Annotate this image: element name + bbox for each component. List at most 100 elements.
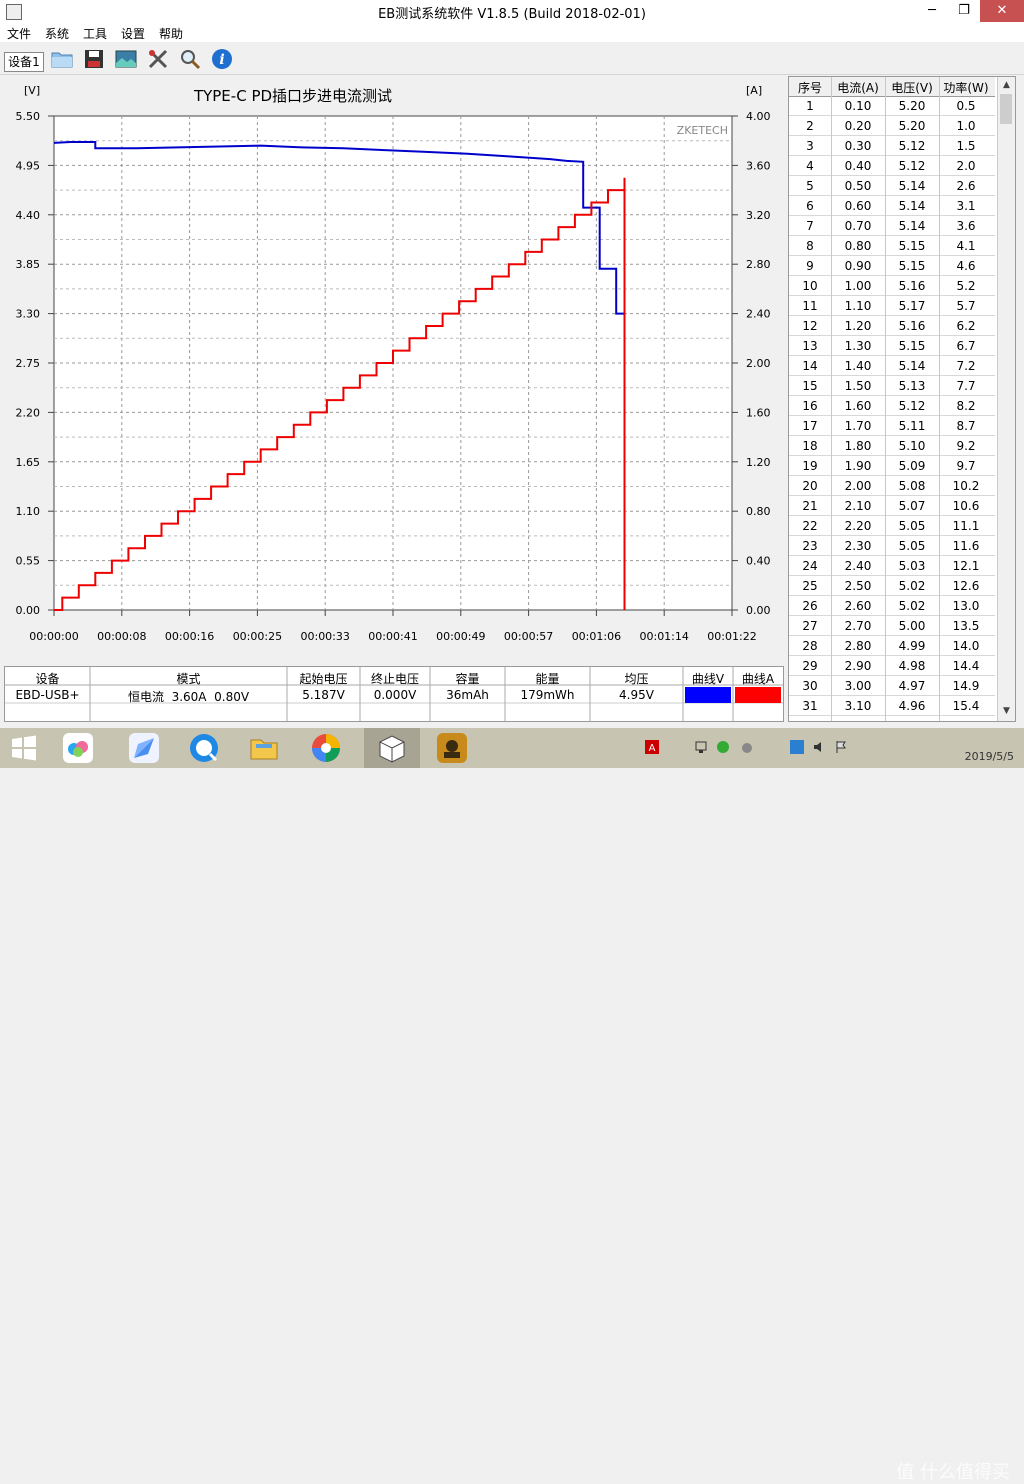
table-row[interactable]: 30 3.00 4.97 14.9: [789, 676, 995, 696]
table-cell: 5.05: [898, 539, 926, 553]
table-row[interactable]: 31 3.10 4.96 15.4: [789, 696, 995, 716]
windows-start-icon[interactable]: [8, 732, 40, 764]
y-left-tick-label: 4.95: [16, 159, 41, 172]
x-tick-label: 00:01:14: [639, 630, 688, 643]
y-left-tick-label: 0.00: [16, 604, 41, 617]
table-row[interactable]: 29 2.90 4.98 14.4: [789, 656, 995, 676]
table-cell: 5.00: [898, 619, 926, 633]
table-row[interactable]: 13 1.30 5.15 6.7: [789, 336, 995, 356]
table-row[interactable]: 23 2.30 5.05 11.6: [789, 536, 995, 556]
color-wheel-icon[interactable]: [310, 732, 342, 764]
table-row[interactable]: 4 0.40 5.12 2.0: [789, 156, 995, 176]
x-tick-label: 00:00:08: [97, 630, 146, 643]
summary-device: EBD-USB+: [15, 688, 80, 702]
speaker-tray-icon[interactable]: [812, 740, 826, 754]
feather-app-icon[interactable]: [128, 732, 160, 764]
tools-icon[interactable]: [146, 47, 170, 71]
table-row[interactable]: 7 0.70 5.14 3.6: [789, 216, 995, 236]
table-row[interactable]: 16 1.60 5.12 8.2: [789, 396, 995, 416]
table-scrollbar[interactable]: ▲ ▼: [997, 77, 1015, 721]
summary-header-avg-voltage: 均压: [624, 672, 649, 686]
summary-header-capacity: 容量: [455, 672, 480, 686]
table-row[interactable]: 21 2.10 5.07 10.6: [789, 496, 995, 516]
chart-title: TYPE-C PD插口步进电流测试: [193, 87, 392, 105]
table-row[interactable]: 5 0.50 5.14 2.6: [789, 176, 995, 196]
table-cell: 5.02: [898, 579, 926, 593]
y-right-tick-label: 2.00: [746, 357, 771, 370]
table-row[interactable]: 28 2.80 4.99 14.0: [789, 636, 995, 656]
maximize-button[interactable]: ❐: [948, 0, 980, 22]
browser-icon[interactable]: [188, 732, 220, 764]
folder-icon[interactable]: [50, 47, 74, 71]
adobe-tray-icon[interactable]: A: [645, 740, 659, 754]
table-cell: 9: [806, 259, 814, 273]
table-row[interactable]: 14 1.40 5.14 7.2: [789, 356, 995, 376]
table-row[interactable]: 22 2.20 5.05 11.1: [789, 516, 995, 536]
table-cell: 0.30: [844, 139, 872, 153]
table-cell: 2.10: [844, 499, 872, 513]
save-icon[interactable]: [82, 47, 106, 71]
col-header-voltage[interactable]: 电压(V): [885, 79, 939, 96]
file-explorer-icon[interactable]: [248, 732, 280, 764]
curve-v-color-swatch[interactable]: [685, 687, 731, 703]
table-row[interactable]: 25 2.50 5.02 12.6: [789, 576, 995, 596]
table-row[interactable]: 9 0.90 5.15 4.6: [789, 256, 995, 276]
col-header-current[interactable]: 电流(A): [831, 79, 885, 96]
table-row[interactable]: 26 2.60 5.02 13.0: [789, 596, 995, 616]
menu-system[interactable]: 系统: [45, 25, 69, 42]
scroll-up-arrow-icon[interactable]: ▲: [1000, 79, 1013, 92]
table-row[interactable]: 2 0.20 5.20 1.0: [789, 116, 995, 136]
table-row[interactable]: 18 1.80 5.10 9.2: [789, 436, 995, 456]
table-row[interactable]: 11 1.10 5.17 5.7: [789, 296, 995, 316]
table-row[interactable]: 20 2.00 5.08 10.2: [789, 476, 995, 496]
table-body: 1 0.10 5.20 0.5 2 0.20 5.20 1.0 3 0.30 5.12 1.5 4 0.4…: [789, 96, 995, 721]
menu-tools[interactable]: 工具: [83, 25, 107, 42]
image-icon[interactable]: [114, 47, 138, 71]
col-header-index[interactable]: 序号: [789, 79, 831, 96]
curve-a-color-swatch[interactable]: [735, 687, 781, 703]
table-row[interactable]: 17 1.70 5.11 8.7: [789, 416, 995, 436]
x-tick-label: 00:00:33: [300, 630, 349, 643]
menu-settings[interactable]: 设置: [121, 25, 145, 42]
close-button[interactable]: ✕: [980, 0, 1024, 22]
table-row[interactable]: 3 0.30 5.12 1.5: [789, 136, 995, 156]
table-row[interactable]: 8 0.80 5.15 4.1: [789, 236, 995, 256]
table-row[interactable]: 24 2.40 5.03 12.1: [789, 556, 995, 576]
table-cell: 5.14: [898, 199, 926, 213]
bluetooth-tray-icon[interactable]: [790, 740, 804, 754]
table-cell: 1.10: [844, 299, 872, 313]
table-row[interactable]: 12 1.20 5.16 6.2: [789, 316, 995, 336]
table-row[interactable]: 10 1.00 5.16 5.2: [789, 276, 995, 296]
scroll-thumb[interactable]: [1000, 94, 1012, 124]
package-app-icon[interactable]: [376, 732, 408, 764]
scroll-down-arrow-icon[interactable]: ▼: [1000, 705, 1013, 718]
table-cell: 5.03: [898, 559, 926, 573]
photo-app-icon[interactable]: [436, 732, 468, 764]
table-row[interactable]: 27 2.70 5.00 13.5: [789, 616, 995, 636]
cloud-app-icon[interactable]: [62, 732, 94, 764]
cloud-tray-icon[interactable]: [740, 740, 754, 754]
column-divider: [831, 77, 832, 721]
col-header-power[interactable]: 功率(W): [939, 79, 993, 96]
search-icon[interactable]: [178, 47, 202, 71]
menu-file[interactable]: 文件: [7, 25, 31, 42]
table-cell: 3.6: [956, 219, 976, 233]
menu-help[interactable]: 帮助: [159, 25, 183, 42]
table-cell: 20: [802, 479, 818, 493]
table-row[interactable]: 323.104.9615.4: [789, 716, 995, 721]
info-icon[interactable]: i: [210, 47, 234, 71]
minimize-button[interactable]: ─: [916, 0, 948, 22]
table-row[interactable]: 15 1.50 5.13 7.7: [789, 376, 995, 396]
table-cell: 2.50: [844, 579, 872, 593]
flag-tray-icon[interactable]: [834, 740, 848, 754]
security-tray-icon[interactable]: [716, 740, 730, 754]
network-tray-icon[interactable]: [694, 740, 708, 754]
table-cell: 5.20: [898, 119, 926, 133]
table-row[interactable]: 1 0.10 5.20 0.5: [789, 96, 995, 116]
table-cell: 4.6: [956, 259, 976, 273]
table-row[interactable]: 6 0.60 5.14 3.1: [789, 196, 995, 216]
table-cell: 5.17: [898, 299, 926, 313]
tab-device-1[interactable]: 设备1: [4, 52, 44, 72]
table-row[interactable]: 19 1.90 5.09 9.7: [789, 456, 995, 476]
table-header: 序号 电流(A) 电压(V) 功率(W): [789, 77, 995, 97]
